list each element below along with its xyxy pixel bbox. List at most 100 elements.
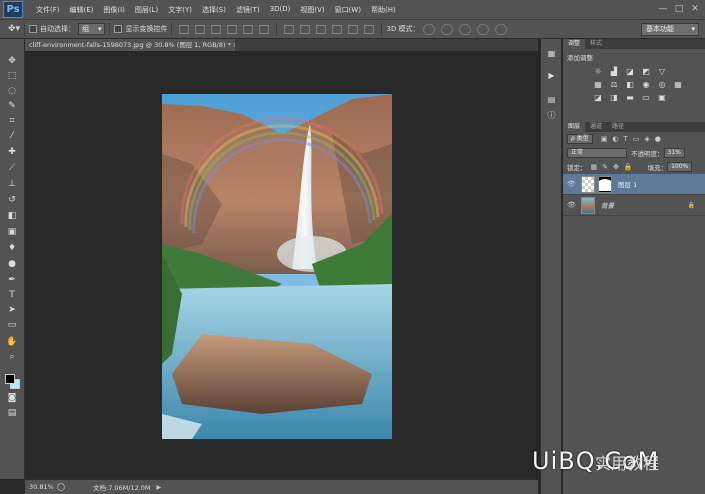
- path-select-tool-icon[interactable]: ➤: [6, 305, 18, 316]
- clone-stamp-tool-icon[interactable]: ⊥: [6, 179, 18, 190]
- layer-filter-dropdown[interactable]: ρ 类型: [567, 134, 593, 144]
- distribute-right-icon[interactable]: [364, 24, 375, 34]
- type-tool-icon[interactable]: T: [6, 290, 18, 301]
- 3d-scale-icon[interactable]: [494, 23, 507, 35]
- brush-tool-icon[interactable]: ⟋: [6, 163, 18, 174]
- actions-panel-icon[interactable]: ▶: [546, 70, 557, 81]
- quick-mask-icon[interactable]: ◙: [6, 393, 18, 404]
- 3d-drag-icon[interactable]: [458, 23, 471, 35]
- menu-layer[interactable]: 图层(L): [130, 5, 163, 15]
- zoom-level[interactable]: 30.81%: [29, 483, 54, 491]
- menu-file[interactable]: 文件(F): [31, 5, 65, 15]
- color-lookup-icon[interactable]: ▦: [673, 80, 683, 89]
- align-top-icon[interactable]: [179, 24, 190, 34]
- eyedropper-tool-icon[interactable]: ⁄: [6, 131, 18, 142]
- tab-paths[interactable]: 路径: [607, 122, 629, 132]
- align-bottom-icon[interactable]: [211, 24, 222, 34]
- tab-layers[interactable]: 图层: [563, 122, 586, 132]
- layer-mask-thumbnail[interactable]: [598, 175, 612, 193]
- tab-channels[interactable]: 通道: [585, 122, 607, 132]
- canvas-area[interactable]: [25, 51, 538, 479]
- auto-select-dropdown[interactable]: 组 ▾: [78, 23, 106, 35]
- lasso-tool-icon[interactable]: ◌: [6, 86, 18, 97]
- exposure-icon[interactable]: ◩: [641, 67, 651, 76]
- distribute-left-icon[interactable]: [332, 24, 343, 34]
- color-balance-icon[interactable]: ⚖: [609, 80, 619, 89]
- curves-icon[interactable]: ◪: [625, 67, 635, 76]
- layer-row-background[interactable]: 👁 背景 🔒: [563, 195, 705, 216]
- lock-icons[interactable]: ▦✎✥🔒: [591, 163, 638, 171]
- tab-adjustments[interactable]: 调整: [563, 39, 586, 49]
- align-hcenter-icon[interactable]: [243, 24, 254, 34]
- status-info-icon[interactable]: [57, 483, 65, 491]
- dodge-tool-icon[interactable]: ●: [6, 259, 18, 270]
- gradient-map-icon[interactable]: ▭: [641, 93, 651, 102]
- history-brush-tool-icon[interactable]: ↺: [6, 195, 18, 206]
- visibility-eye-icon[interactable]: 👁: [567, 180, 577, 188]
- menu-3d[interactable]: 3D(D): [265, 5, 296, 15]
- maximize-button[interactable]: □: [673, 3, 685, 15]
- menu-image[interactable]: 图像(I): [98, 5, 130, 15]
- info-panel-icon[interactable]: ⓘ: [546, 110, 557, 121]
- menu-edit[interactable]: 编辑(E): [65, 5, 99, 15]
- 3d-rotate-icon[interactable]: [422, 23, 435, 35]
- quick-select-tool-icon[interactable]: ✎: [6, 101, 18, 112]
- threshold-icon[interactable]: ▬: [625, 93, 635, 102]
- hand-tool-icon[interactable]: ✋: [6, 337, 18, 348]
- align-right-icon[interactable]: [259, 24, 270, 34]
- invert-icon[interactable]: ◪: [593, 93, 603, 102]
- pen-tool-icon[interactable]: ✒: [6, 275, 18, 286]
- marquee-tool-icon[interactable]: ⬚: [6, 71, 18, 82]
- workspace-dropdown[interactable]: 基本功能 ▾: [641, 23, 699, 36]
- menu-window[interactable]: 窗口(W): [330, 5, 366, 15]
- crop-tool-icon[interactable]: ⌗: [6, 116, 18, 127]
- distribute-hcenter-icon[interactable]: [348, 24, 359, 34]
- menu-select[interactable]: 选择(S): [197, 5, 231, 15]
- fill-input[interactable]: 100%: [667, 162, 693, 172]
- black-white-icon[interactable]: ◧: [625, 80, 635, 89]
- 3d-slide-icon[interactable]: [476, 23, 489, 35]
- rectangle-tool-icon[interactable]: ▭: [6, 320, 18, 331]
- hue-saturation-icon[interactable]: ▦: [593, 80, 603, 89]
- zoom-tool-icon[interactable]: ⌕: [6, 352, 18, 363]
- menu-view[interactable]: 视图(V): [295, 5, 329, 15]
- opacity-input[interactable]: 31%: [663, 148, 685, 158]
- close-button[interactable]: ✕: [689, 3, 701, 15]
- properties-panel-icon[interactable]: ▤: [546, 94, 557, 105]
- vibrance-icon[interactable]: ▽: [657, 67, 667, 76]
- selective-color-icon[interactable]: ▣: [657, 93, 667, 102]
- auto-select-checkbox[interactable]: [29, 25, 38, 33]
- distribute-bottom-icon[interactable]: [316, 24, 327, 34]
- 3d-roll-icon[interactable]: [440, 23, 453, 35]
- menu-type[interactable]: 文字(Y): [163, 5, 197, 15]
- visibility-eye-icon[interactable]: 👁: [567, 201, 577, 209]
- eraser-tool-icon[interactable]: ◧: [6, 211, 18, 222]
- distribute-top-icon[interactable]: [284, 24, 295, 34]
- levels-icon[interactable]: ▟: [609, 67, 619, 76]
- menu-help[interactable]: 帮助(H): [366, 5, 401, 15]
- posterize-icon[interactable]: ◨: [609, 93, 619, 102]
- gradient-tool-icon[interactable]: ▣: [6, 227, 18, 238]
- document-tab[interactable]: cliff-environment-falls-1598073.jpg @ 30…: [25, 39, 235, 51]
- blend-mode-dropdown[interactable]: 正常: [567, 148, 627, 158]
- healing-brush-tool-icon[interactable]: ✚: [6, 147, 18, 158]
- brightness-icon[interactable]: ☼: [593, 67, 603, 76]
- align-left-icon[interactable]: [227, 24, 238, 34]
- foreground-color-swatch[interactable]: [5, 374, 15, 384]
- move-tool-icon[interactable]: ✥: [6, 56, 18, 67]
- tab-styles[interactable]: 样式: [585, 39, 607, 49]
- history-panel-icon[interactable]: ▦: [546, 48, 557, 59]
- blur-tool-icon[interactable]: ♦: [6, 243, 18, 254]
- photo-filter-icon[interactable]: ◉: [641, 80, 651, 89]
- move-tool-icon[interactable]: ✥▾: [8, 24, 20, 34]
- show-transform-checkbox[interactable]: [114, 25, 123, 33]
- screen-mode-icon[interactable]: ▤: [6, 408, 18, 419]
- document-image[interactable]: [162, 94, 392, 439]
- layer-filter-icons[interactable]: ▣◐T▭◈●: [601, 135, 666, 143]
- layer-row-layer1[interactable]: 👁 图层 1: [563, 174, 705, 195]
- minimize-button[interactable]: —: [657, 3, 669, 15]
- menu-filter[interactable]: 滤镜(T): [231, 5, 265, 15]
- align-vcenter-icon[interactable]: [195, 24, 206, 34]
- distribute-vcenter-icon[interactable]: [300, 24, 311, 34]
- channel-mixer-icon[interactable]: ◎: [657, 80, 667, 89]
